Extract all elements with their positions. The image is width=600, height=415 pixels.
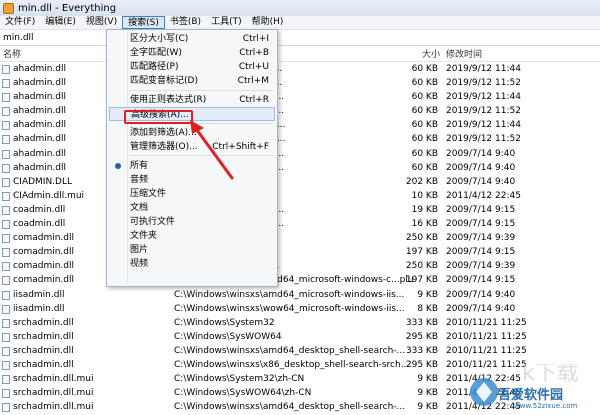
red-arrow: [190, 120, 234, 180]
watermark-brand: 吾爱软件园: [498, 388, 564, 403]
watermark-url: www.52zixue.com: [514, 402, 578, 410]
svg-text:k下载: k下载: [522, 364, 579, 386]
